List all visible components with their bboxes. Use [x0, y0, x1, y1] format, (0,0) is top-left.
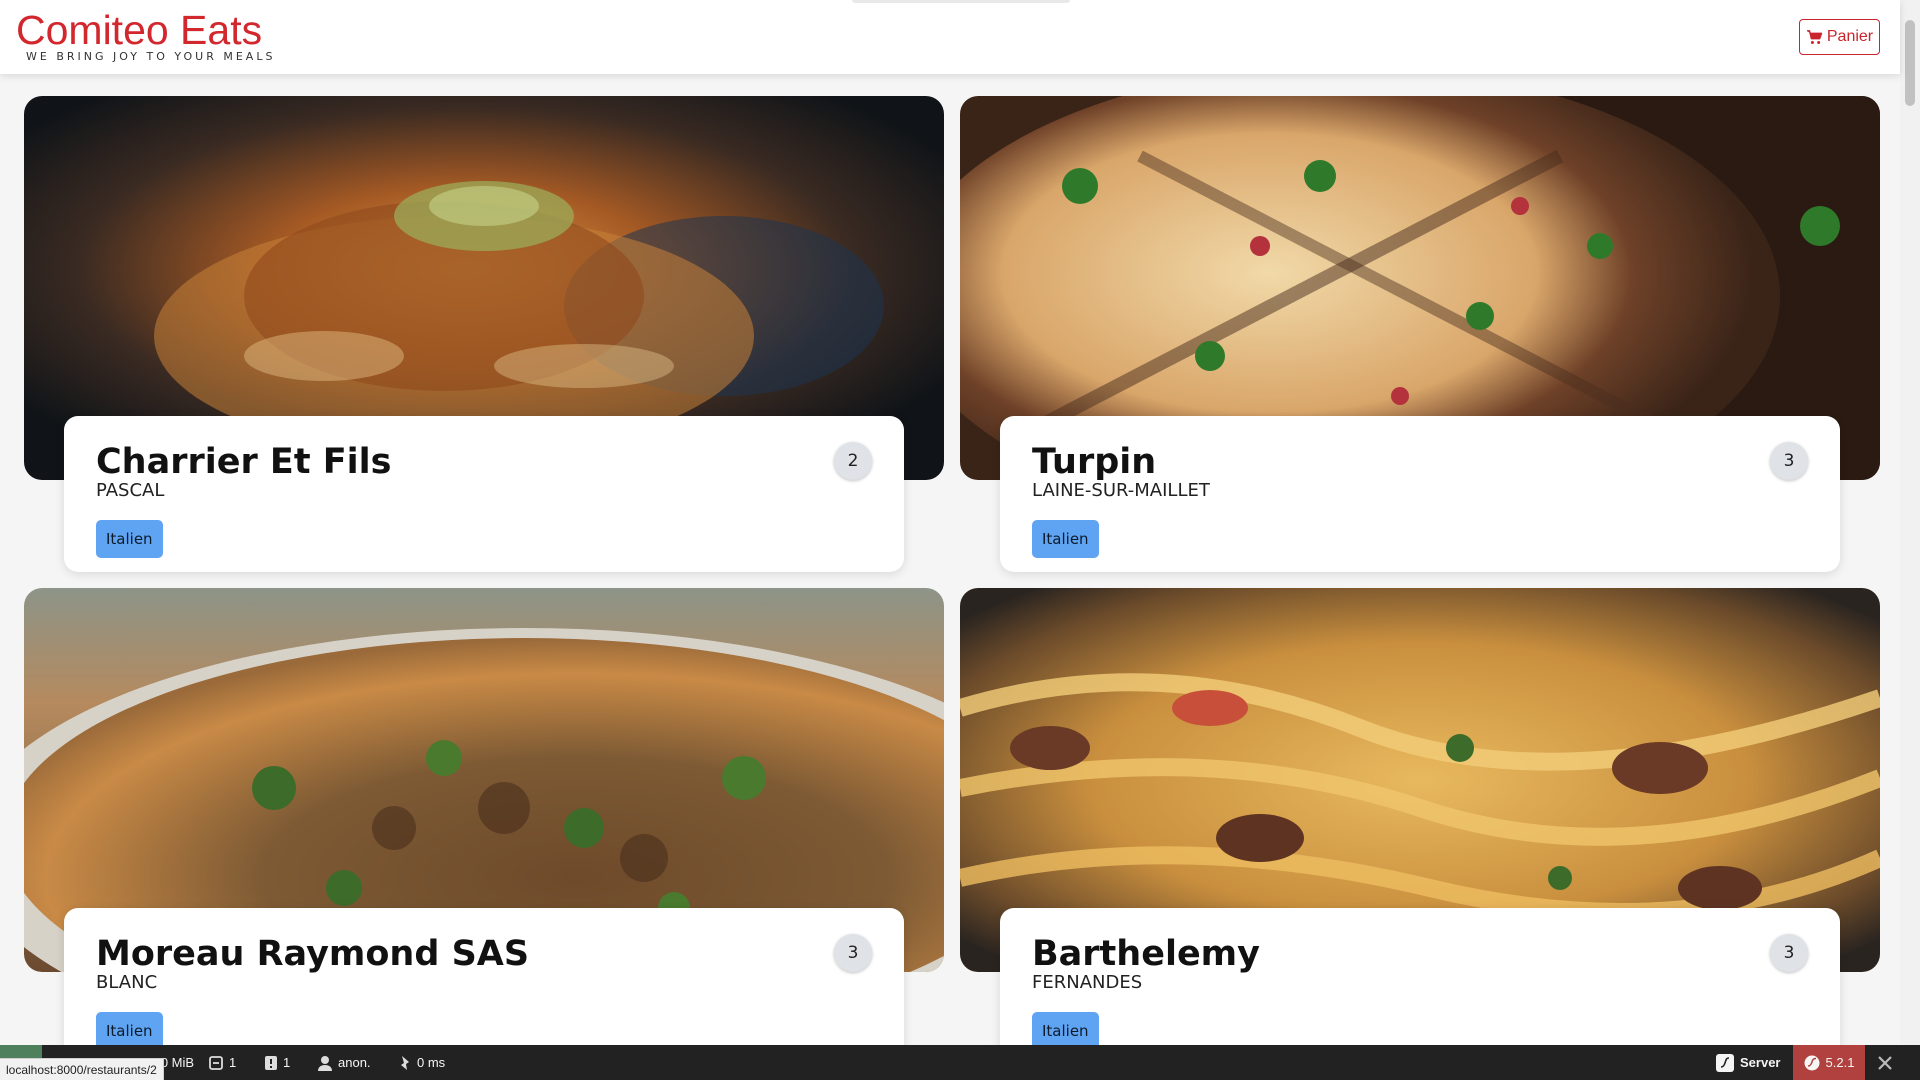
forms-icon [209, 1055, 223, 1070]
close-icon [1878, 1055, 1892, 1070]
server-label: Server [1740, 1055, 1781, 1070]
count-badge: 3 [1770, 442, 1808, 480]
restaurant-city: LAINE-SUR-MAILLET [1032, 480, 1210, 501]
toolbar-close-button[interactable] [1870, 1045, 1900, 1080]
count-badge: 3 [1770, 934, 1808, 972]
cart-label: Panier [1826, 28, 1874, 45]
count-badge: 3 [834, 934, 872, 972]
toolbar-server[interactable]: Server [1716, 1045, 1780, 1080]
toolbar-version[interactable]: 5.2.1 [1793, 1045, 1865, 1080]
user-icon [318, 1055, 332, 1071]
toolbar-forms[interactable]: 1 [208, 1045, 236, 1080]
restaurant-name[interactable]: Moreau Raymond SAS [96, 934, 529, 974]
brand-logo-title[interactable]: Comiteo Eats [16, 10, 262, 51]
forms-count: 1 [229, 1055, 237, 1070]
top-edge-tab [852, 0, 1070, 3]
user-value: anon. [338, 1055, 371, 1070]
page-scrollbar[interactable] [1900, 0, 1920, 1045]
validator-count: 1 [283, 1055, 291, 1070]
validator-icon [265, 1055, 277, 1070]
status-url-tooltip: localhost:8000/restaurants/2 [0, 1058, 164, 1080]
symfony-icon [1804, 1055, 1820, 1070]
restaurant-name[interactable]: Charrier Et Fils [96, 442, 391, 482]
scroll-thumb[interactable] [1905, 20, 1915, 106]
time-value: 0 ms [417, 1055, 446, 1070]
category-badge[interactable]: Italien [1032, 520, 1099, 558]
restaurant-card[interactable]: Charrier Et Fils PASCAL Italien 2 [64, 416, 904, 572]
restaurant-card[interactable]: Barthelemy FERNANDES Italien 3 [1000, 908, 1840, 1064]
debug-toolbar: 2.0 MiB 1 1 anon. 0 ms Server 5.2.1 [0, 1045, 1920, 1080]
category-badge[interactable]: Italien [96, 520, 163, 558]
restaurant-city: PASCAL [96, 480, 165, 501]
restaurant-city: BLANC [96, 972, 158, 993]
restaurant-name[interactable]: Barthelemy [1032, 934, 1260, 974]
restaurant-city: FERNANDES [1032, 972, 1143, 993]
toolbar-user[interactable]: anon. [317, 1045, 371, 1080]
symfony-logo-icon [1716, 1053, 1734, 1072]
restaurant-card[interactable]: Moreau Raymond SAS BLANC Italien 3 [64, 908, 904, 1064]
shopping-cart-icon [1806, 29, 1823, 44]
time-icon [401, 1055, 409, 1070]
site-header: Comiteo Eats WE BRING JOY TO YOUR MEALS … [0, 0, 1900, 74]
restaurant-card[interactable]: Turpin LAINE-SUR-MAILLET Italien 3 [1000, 416, 1840, 572]
version-label: 5.2.1 [1825, 1055, 1855, 1070]
brand-tagline: WE BRING JOY TO YOUR MEALS [26, 50, 276, 63]
restaurant-name[interactable]: Turpin [1032, 442, 1156, 482]
toolbar-time[interactable]: 0 ms [398, 1045, 445, 1080]
cart-button[interactable]: Panier [1799, 19, 1880, 55]
toolbar-validator[interactable]: 1 [264, 1045, 290, 1080]
count-badge: 2 [834, 442, 872, 480]
